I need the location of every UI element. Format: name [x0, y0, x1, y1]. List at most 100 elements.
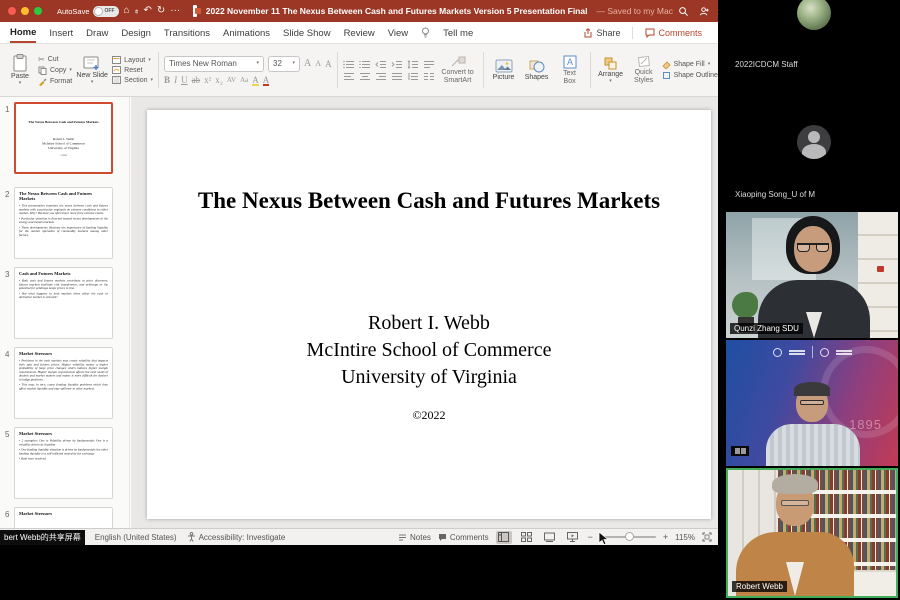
university-logo-text [789, 350, 805, 355]
slide-thumbnail-3[interactable]: Cash and Futures Markets Both cash and f… [14, 267, 113, 339]
justify-icon[interactable] [391, 72, 403, 81]
tab-insert[interactable]: Insert [49, 24, 73, 42]
close-window-button[interactable] [8, 7, 16, 15]
layout-button[interactable]: Layout ▾ [112, 56, 153, 64]
italic-button[interactable]: I [174, 75, 177, 85]
section-icon [112, 76, 121, 84]
participant-avatar-xiaoping[interactable] [797, 125, 831, 159]
saved-status[interactable]: — Saved to my Mac [596, 6, 673, 16]
tab-view[interactable]: View [388, 24, 408, 42]
slide-thumbnail-2[interactable]: The Nexus Between Cash and Futures Marke… [14, 187, 113, 259]
tab-home[interactable]: Home [10, 23, 36, 43]
zoom-percentage[interactable]: 115% [675, 533, 695, 542]
share-button[interactable]: Share [577, 28, 626, 38]
line-spacing-icon[interactable] [407, 60, 419, 69]
copy-button[interactable]: Copy ▾ [38, 66, 72, 75]
align-center-icon[interactable] [359, 72, 371, 81]
slide-title[interactable]: The Nexus Between Cash and Futures Marke… [147, 188, 711, 214]
quick-styles-button[interactable]: Quick Styles [629, 55, 659, 85]
tab-tell-me[interactable]: Tell me [443, 24, 473, 42]
columns-icon[interactable] [423, 72, 435, 81]
tab-slide-show[interactable]: Slide Show [283, 24, 331, 42]
shapes-button[interactable]: Shapes [522, 59, 552, 81]
bullets-icon[interactable] [343, 60, 355, 69]
shrink-font-button[interactable]: A [315, 59, 321, 68]
home-icon[interactable]: ⌂ [124, 6, 130, 16]
redo-icon[interactable]: ↻ [157, 6, 165, 16]
zoom-slider-knob[interactable] [625, 532, 634, 541]
format-painter-button[interactable]: Format [38, 77, 72, 86]
arrange-button[interactable]: Arrange ▾ [596, 57, 626, 84]
highlight-color-button[interactable]: A [252, 75, 259, 85]
slide-canvas[interactable]: The Nexus Between Cash and Futures Marke… [147, 110, 711, 519]
new-slide-button[interactable]: New Slide ▾ [75, 56, 109, 85]
slide-author-block[interactable]: Robert I. Webb McIntire School of Commer… [147, 310, 711, 391]
slide-thumbnail-6[interactable]: Market Stressors [14, 507, 113, 528]
slide-sorter-view-button[interactable] [519, 531, 535, 544]
sort-icon[interactable] [407, 72, 419, 81]
text-box-button[interactable]: A Text Box [555, 55, 585, 86]
zoom-in-button[interactable]: + [663, 532, 668, 542]
search-icon[interactable] [678, 6, 689, 17]
tab-review[interactable]: Review [344, 24, 375, 42]
save-icon[interactable] [135, 6, 139, 17]
font-color-button[interactable]: A [263, 75, 270, 85]
strikethrough-button[interactable]: ab [192, 75, 201, 85]
superscript-button[interactable]: x² [204, 75, 211, 85]
undo-icon[interactable]: ↶ [143, 6, 151, 16]
slide-thumbnail-4[interactable]: Market Stressors Problems in the cash ma… [14, 347, 113, 419]
numbering-icon[interactable] [359, 60, 371, 69]
increase-indent-icon[interactable] [391, 60, 403, 69]
font-size-select[interactable]: 32 ▾ [268, 56, 300, 72]
layout-label: Layout [124, 57, 145, 64]
underline-button[interactable]: U [181, 75, 188, 85]
text-direction-icon[interactable] [423, 60, 435, 69]
share-presentation-icon[interactable] [699, 6, 710, 17]
maximize-window-button[interactable] [34, 7, 42, 15]
slide-thumbnail-5[interactable]: Market Stressors 2 examples: One is Vola… [14, 427, 113, 499]
shape-outline-button[interactable]: Shape Outline ▾ [662, 71, 718, 80]
autosave-toggle[interactable]: OFF [93, 6, 119, 17]
shape-fill-button[interactable]: Shape Fill ▾ [662, 60, 718, 69]
subscript-button[interactable]: x₂ [215, 75, 223, 85]
picture-button[interactable]: Picture [489, 59, 519, 81]
convert-smartart-button[interactable]: Convert to SmartArt [438, 47, 478, 93]
lightbulb-icon [421, 27, 430, 39]
notes-button[interactable]: Notes [398, 533, 431, 542]
comments-label: Comments [450, 533, 489, 542]
tab-animations[interactable]: Animations [223, 24, 270, 42]
decrease-indent-icon[interactable] [375, 60, 387, 69]
accessibility-status[interactable]: Accessibility: Investigate [187, 532, 286, 542]
bold-button[interactable]: B [164, 75, 170, 85]
language-status[interactable]: English (United States) [95, 533, 177, 542]
more-commands-icon[interactable]: ··· [170, 6, 180, 16]
video-tile-qunzi[interactable]: Qunzi Zhang SDU [726, 212, 898, 338]
slide-show-button[interactable] [565, 531, 581, 544]
fit-to-window-icon[interactable] [702, 532, 712, 542]
reading-view-button[interactable] [542, 531, 558, 544]
cut-button[interactable]: ✂ Cut [38, 55, 72, 64]
font-name-select[interactable]: Times New Roman ▾ [164, 56, 264, 72]
paste-button[interactable]: Paste ▾ [5, 54, 35, 86]
reset-button[interactable]: Reset [112, 66, 153, 74]
align-left-icon[interactable] [343, 72, 355, 81]
comments-status-button[interactable]: Comments [438, 533, 489, 542]
video-tile-tianjin[interactable]: 1895 [726, 340, 898, 466]
minimize-window-button[interactable] [21, 7, 29, 15]
character-spacing-button[interactable]: AV [227, 76, 236, 84]
tab-design[interactable]: Design [121, 24, 151, 42]
grow-font-button[interactable]: A [304, 58, 311, 69]
tab-draw[interactable]: Draw [86, 24, 108, 42]
video-tile-robert[interactable]: Robert Webb [726, 468, 898, 598]
slide-thumbnail-1[interactable]: The Nexus Between Cash and Futures Marke… [14, 102, 113, 174]
zoom-out-button[interactable]: − [588, 532, 593, 542]
clear-formatting-button[interactable]: A [325, 59, 332, 69]
align-right-icon[interactable] [375, 72, 387, 81]
section-button[interactable]: Section ▾ [112, 76, 153, 84]
participant-avatar-staff[interactable] [797, 0, 831, 30]
tab-transitions[interactable]: Transitions [164, 24, 210, 42]
comments-button[interactable]: Comments [639, 28, 708, 38]
change-case-button[interactable]: Aa [240, 76, 248, 84]
normal-view-button[interactable] [496, 531, 512, 544]
chevron-down-icon: ▾ [708, 62, 711, 67]
